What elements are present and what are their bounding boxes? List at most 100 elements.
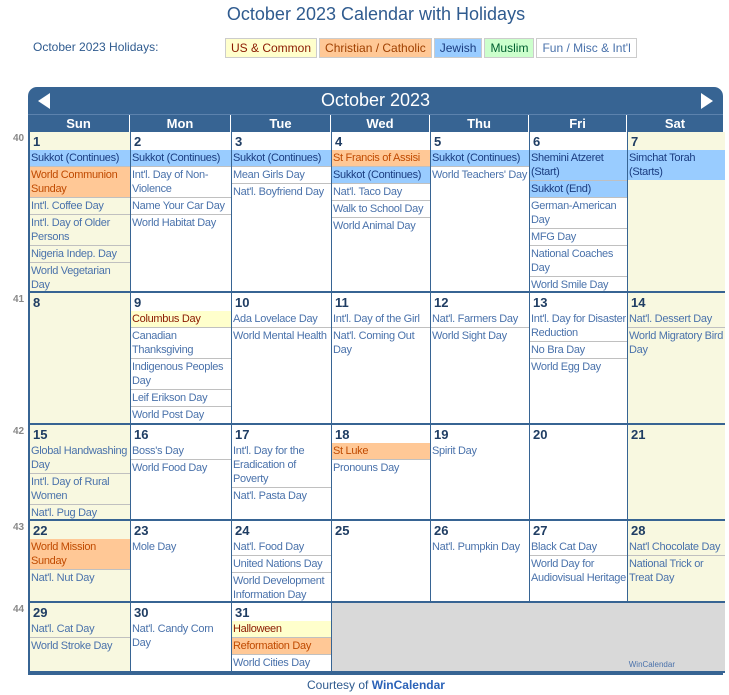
holiday-event[interactable]: United Nations Day — [232, 556, 331, 573]
holiday-event[interactable]: Int'l. Coffee Day — [30, 198, 130, 215]
holiday-event[interactable]: Nat'l. Cat Day — [30, 621, 130, 638]
legend-christian-catholic[interactable]: Christian / Catholic — [319, 38, 432, 58]
day-cell[interactable]: 15 Global Handwashing Day Int'l. Day of Ru… — [30, 425, 131, 521]
day-cell[interactable]: 8 — [30, 293, 131, 425]
legend-us-common[interactable]: US & Common — [225, 38, 318, 58]
holiday-event[interactable]: World Egg Day — [530, 359, 627, 375]
holiday-event[interactable]: Nat'l. Candy Corn Day — [131, 621, 231, 651]
holiday-event[interactable]: Indigenous Peoples Day — [131, 359, 231, 390]
holiday-event[interactable]: Nat'l. Taco Day — [332, 184, 430, 201]
holiday-event[interactable]: Sukkot (Continues) — [232, 150, 331, 167]
day-cell[interactable]: 7 Simchat Torah (Starts) — [628, 132, 725, 293]
wincalendar-link[interactable]: WinCalendar — [372, 678, 445, 692]
holiday-event[interactable]: Nat'l. Boyfriend Day — [232, 184, 331, 200]
holiday-event[interactable]: Leif Erikson Day — [131, 390, 231, 407]
holiday-event[interactable]: World Stroke Day — [30, 638, 130, 654]
day-cell[interactable]: 2 Sukkot (Continues) Int'l. Day of Non-Vio… — [131, 132, 232, 293]
holiday-event[interactable]: Nat'l. Pumpkin Day — [431, 539, 529, 555]
holiday-event[interactable]: MFG Day — [530, 229, 627, 246]
holiday-event[interactable]: Halloween — [232, 621, 331, 638]
day-cell[interactable]: 6 Shemini Atzeret (Start) Sukkot (End) Germ… — [530, 132, 628, 293]
holiday-event[interactable]: Nat'l. Coming Out Day — [332, 328, 430, 358]
holiday-event[interactable]: World Vegetarian Day — [30, 263, 130, 291]
day-cell[interactable]: 18 St Luke Pronouns Day — [332, 425, 431, 521]
day-cell[interactable]: 19 Spirit Day — [431, 425, 530, 521]
holiday-event[interactable]: World Mission Sunday — [30, 539, 130, 570]
legend-jewish[interactable]: Jewish — [433, 38, 483, 58]
holiday-event[interactable]: World Smile Day — [530, 277, 627, 291]
holiday-event[interactable]: Sukkot (Continues) — [131, 150, 231, 167]
day-cell[interactable]: 26 Nat'l. Pumpkin Day — [431, 521, 530, 603]
holiday-event[interactable]: World Post Day — [131, 407, 231, 423]
holiday-event[interactable]: Canadian Thanksgiving — [131, 328, 231, 359]
holiday-event[interactable]: Black Cat Day — [530, 539, 627, 556]
holiday-event[interactable]: Int'l. Day for the Eradication of Povert… — [232, 443, 331, 488]
holiday-event[interactable]: Walk to School Day — [332, 201, 430, 218]
holiday-event[interactable]: St Francis of Assisi — [332, 150, 430, 167]
holiday-event[interactable]: World Development Information Day — [232, 573, 331, 601]
day-cell[interactable]: 1 Sukkot (Continues) World Communion Sunda… — [30, 132, 131, 293]
holiday-event[interactable]: World Day for Audiovisual Heritage — [530, 556, 627, 586]
holiday-event[interactable]: Name Your Car Day — [131, 198, 231, 215]
holiday-event[interactable]: Shemini Atzeret (Start) — [530, 150, 627, 181]
holiday-event[interactable]: World Migratory Bird Day — [628, 328, 725, 358]
holiday-event[interactable]: No Bra Day — [530, 342, 627, 359]
holiday-event[interactable]: Nigeria Indep. Day — [30, 246, 130, 263]
holiday-event[interactable]: Nat'l. Pasta Day — [232, 488, 331, 504]
holiday-event[interactable]: Mole Day — [131, 539, 231, 555]
holiday-event[interactable]: Mean Girls Day — [232, 167, 331, 184]
holiday-event[interactable]: World Communion Sunday — [30, 167, 130, 198]
day-cell[interactable]: 20 — [530, 425, 628, 521]
wincalendar-watermark[interactable]: WinCalendar — [629, 660, 675, 669]
holiday-event[interactable]: Int'l. Day of the Girl — [332, 311, 430, 328]
day-cell[interactable]: 21 — [628, 425, 725, 521]
holiday-event[interactable]: World Habitat Day — [131, 215, 231, 231]
holiday-event[interactable]: Nat'l. Farmers Day — [431, 311, 529, 328]
day-cell[interactable]: 12 Nat'l. Farmers Day World Sight Day — [431, 293, 530, 425]
holiday-event[interactable]: Int'l. Day of Rural Women — [30, 474, 130, 505]
day-cell[interactable]: 13 Int'l. Day for Disaster Reduction No Br… — [530, 293, 628, 425]
holiday-event[interactable]: Reformation Day — [232, 638, 331, 655]
holiday-event[interactable]: World Mental Health — [232, 328, 331, 344]
day-cell[interactable]: 17 Int'l. Day for the Eradication of Pove… — [232, 425, 332, 521]
holiday-event[interactable]: World Food Day — [131, 460, 231, 476]
holiday-event[interactable]: Boss's Day — [131, 443, 231, 460]
day-cell[interactable]: 4 St Francis of Assisi Sukkot (Continues) N… — [332, 132, 431, 293]
holiday-event[interactable]: Nat'l. Pug Day — [30, 505, 130, 519]
holiday-event[interactable]: Int'l. Day of Older Persons — [30, 215, 130, 246]
next-month-arrow-icon[interactable] — [701, 93, 713, 109]
holiday-event[interactable]: Nat'l Chocolate Day — [628, 539, 725, 556]
holiday-event[interactable]: World Cities Day — [232, 655, 331, 671]
holiday-event[interactable]: Ada Lovelace Day — [232, 311, 331, 328]
holiday-event[interactable]: Nat'l. Dessert Day — [628, 311, 725, 328]
holiday-event[interactable]: National Trick or Treat Day — [628, 556, 725, 586]
day-cell[interactable]: 9 Columbus Day Canadian Thanksgiving Indige… — [131, 293, 232, 425]
holiday-event[interactable]: Int'l. Day for Disaster Reduction — [530, 311, 627, 342]
day-cell[interactable]: 3 Sukkot (Continues) Mean Girls Day Nat'l. … — [232, 132, 332, 293]
holiday-event[interactable]: Sukkot (Continues) — [332, 167, 430, 184]
day-cell[interactable]: 30 Nat'l. Candy Corn Day — [131, 603, 232, 673]
holiday-event[interactable]: National Coaches Day — [530, 246, 627, 277]
day-cell[interactable]: 23 Mole Day — [131, 521, 232, 603]
holiday-event[interactable]: Global Handwashing Day — [30, 443, 130, 474]
day-cell[interactable]: 25 — [332, 521, 431, 603]
day-cell[interactable]: 27 Black Cat Day World Day for Audiovisual… — [530, 521, 628, 603]
holiday-event[interactable]: Sukkot (Continues) — [431, 150, 529, 167]
day-cell[interactable]: 5 Sukkot (Continues) World Teachers' Day — [431, 132, 530, 293]
day-cell[interactable]: 14 Nat'l. Dessert Day World Migratory Bird… — [628, 293, 725, 425]
holiday-event[interactable]: Simchat Torah (Starts) — [628, 150, 725, 180]
holiday-event[interactable]: Nat'l. Food Day — [232, 539, 331, 556]
day-cell[interactable]: 29 Nat'l. Cat Day World Stroke Day — [30, 603, 131, 673]
holiday-event[interactable]: St Luke — [332, 443, 430, 460]
holiday-event[interactable]: Columbus Day — [131, 311, 231, 328]
holiday-event[interactable]: Int'l. Day of Non-Violence — [131, 167, 231, 198]
holiday-event[interactable]: World Sight Day — [431, 328, 529, 344]
holiday-event[interactable]: Sukkot (End) — [530, 181, 627, 198]
day-cell[interactable]: 24 Nat'l. Food Day United Nations Day World… — [232, 521, 332, 603]
holiday-event[interactable]: Spirit Day — [431, 443, 529, 459]
day-cell[interactable]: 10 Ada Lovelace Day World Mental Health — [232, 293, 332, 425]
day-cell[interactable]: 31 Halloween Reformation Day World Cities D… — [232, 603, 332, 673]
legend-fun-misc-intl[interactable]: Fun / Misc & Int'l — [536, 38, 637, 58]
holiday-event[interactable]: Pronouns Day — [332, 460, 430, 476]
holiday-event[interactable]: Sukkot (Continues) — [30, 150, 130, 167]
